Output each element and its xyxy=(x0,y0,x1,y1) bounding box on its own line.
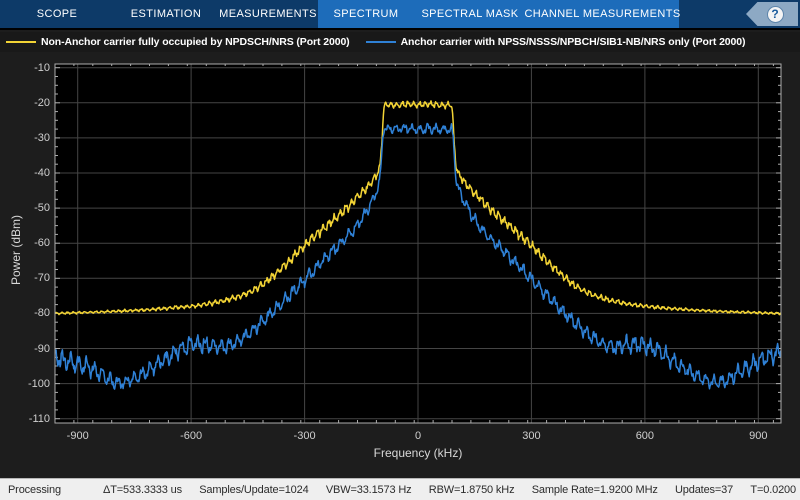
x-tick-label: 600 xyxy=(635,430,655,442)
status-state: Processing xyxy=(8,483,61,496)
tab-scope[interactable]: SCOPE xyxy=(0,0,114,28)
status-item: ΔT=533.3333 us xyxy=(103,483,182,496)
x-tick-label: 900 xyxy=(749,430,768,442)
tab-estimation[interactable]: ESTIMATION xyxy=(114,0,218,28)
tab-channel-measurements[interactable]: CHANNEL MEASUREMENTS xyxy=(524,0,680,28)
y-tick-label: -110 xyxy=(28,412,50,425)
status-bar: Processing ΔT=533.3333 us Samples/Update=… xyxy=(0,478,800,500)
y-tick-label: -10 xyxy=(34,61,50,74)
help-button[interactable]: ? xyxy=(746,2,798,26)
status-item: VBW=33.1573 Hz xyxy=(325,483,412,496)
tab-spectral-mask[interactable]: SPECTRAL MASK xyxy=(414,0,526,28)
status-item: T=0.0200 xyxy=(750,483,796,496)
help-icon: ? xyxy=(766,5,784,23)
status-item: RBW=1.8750 kHz xyxy=(428,483,515,496)
x-axis-label: Frequency (kHz) xyxy=(373,446,463,460)
status-item: Sample Rate=1.9200 MHz xyxy=(531,483,658,496)
tab-measurements[interactable]: MEASUREMENTS xyxy=(218,0,318,28)
x-tick-label: -600 xyxy=(180,430,203,442)
spectrum-analyzer-window: SCOPE ESTIMATION MEASUREMENTS SPECTRUM SPECT… xyxy=(0,0,800,500)
y-tick-label: -40 xyxy=(34,167,50,179)
spectrum-plot xyxy=(54,63,782,424)
y-tick-label: -30 xyxy=(34,131,50,144)
x-tick-label: -900 xyxy=(66,430,89,442)
status-item: Samples/Update=1024 xyxy=(199,483,309,496)
plot-area[interactable]: -10 -20 -30 -40 -50 -60 -70 -80 -90 -100 -110 -900-… xyxy=(0,30,800,480)
tab-spectrum[interactable]: SPECTRUM xyxy=(318,0,414,28)
y-tick-label: -20 xyxy=(34,96,50,109)
y-axis-label: Power (dBm) xyxy=(9,215,23,286)
x-tick-label: -300 xyxy=(293,430,316,442)
x-tick-label: 0 xyxy=(414,430,422,442)
y-tick-label: -90 xyxy=(34,342,50,355)
toolstrip-tabbar: SCOPE ESTIMATION MEASUREMENTS SPECTRUM SPECT… xyxy=(0,0,800,28)
figure-area: Non-Anchor carrier fully occupied by NPD… xyxy=(0,28,800,478)
y-tick-label: -100 xyxy=(27,377,50,390)
y-tick-label: -80 xyxy=(34,307,50,320)
status-item: Updates=37 xyxy=(674,483,734,496)
status-items: ΔT=533.3333 us Samples/Update=1024 VBW=33.… xyxy=(103,484,796,496)
x-tick-label: 300 xyxy=(522,430,541,442)
